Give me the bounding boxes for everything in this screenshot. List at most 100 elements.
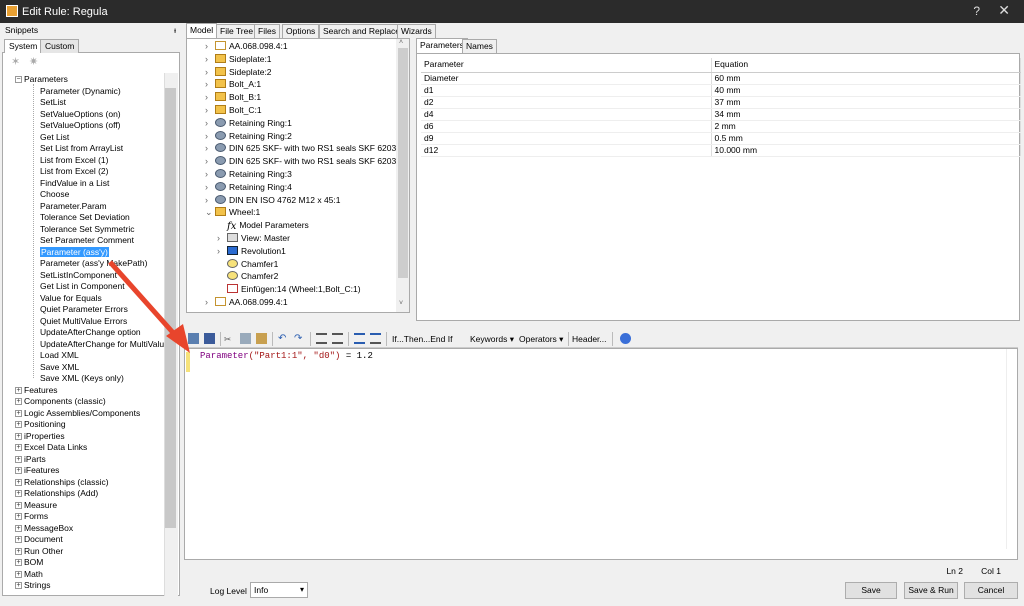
tab-files[interactable]: Files xyxy=(254,24,280,38)
expand-icon[interactable]: + xyxy=(15,536,22,544)
snippet-item[interactable]: Value for Equals xyxy=(40,293,102,305)
tab-parameters[interactable]: Parameters xyxy=(416,38,468,53)
snippet-item[interactable]: List from Excel (1) xyxy=(40,155,109,167)
snippet-group[interactable]: + Measure xyxy=(15,500,57,512)
equation-cell[interactable]: 34 mm xyxy=(711,108,1021,121)
snippet-group[interactable]: + iProperties xyxy=(15,431,65,443)
add-snippet-icon[interactable]: ✶ xyxy=(11,57,23,68)
snippet-item[interactable]: Parameter (ass'y MakePath) xyxy=(40,258,147,270)
expand-icon[interactable]: + xyxy=(15,444,22,452)
model-tree-item[interactable]: › View: Master xyxy=(217,232,290,245)
tab-options[interactable]: Options xyxy=(282,24,320,38)
chevron-right-icon[interactable]: › xyxy=(205,40,215,53)
table-row[interactable]: d4 34 mm xyxy=(421,108,1021,121)
model-tree-item[interactable]: ⌄ Wheel:1 xyxy=(205,206,260,219)
expand-icon[interactable]: + xyxy=(15,421,22,429)
chevron-right-icon[interactable]: › xyxy=(217,245,227,258)
help-button[interactable]: ? xyxy=(973,4,980,18)
tab-custom[interactable]: Custom xyxy=(40,39,80,53)
model-tree-item[interactable]: › Sideplate:1 xyxy=(205,53,272,66)
chevron-right-icon[interactable]: › xyxy=(205,117,215,130)
snippets-scroll-thumb[interactable] xyxy=(165,88,176,528)
snippet-group[interactable]: + Forms xyxy=(15,511,48,523)
snippet-item[interactable]: UpdateAfterChange for MultiValue xyxy=(40,339,169,351)
model-tree-scroll-thumb[interactable] xyxy=(398,48,408,278)
log-level-select[interactable]: Info ▾ xyxy=(250,582,308,598)
operators-menu[interactable]: Operators ▾ xyxy=(519,333,563,345)
editor-scrollbar[interactable] xyxy=(1006,349,1017,549)
copy-icon[interactable] xyxy=(240,333,251,344)
keywords-menu[interactable]: Keywords ▾ xyxy=(470,333,514,345)
chevron-right-icon[interactable]: › xyxy=(205,181,215,194)
snippets-tree[interactable]: − Parameters Parameter (Dynamic) SetList Set… xyxy=(2,73,180,596)
model-tree-item[interactable]: › Revolution1 xyxy=(217,245,286,258)
chevron-right-icon[interactable]: › xyxy=(205,66,215,79)
equation-cell[interactable]: 37 mm xyxy=(711,96,1021,109)
model-tree-item[interactable]: fx Model Parameters xyxy=(217,219,309,232)
snippet-group[interactable]: + Document xyxy=(15,534,63,546)
parameter-name-cell[interactable]: d9 xyxy=(421,132,712,145)
help-icon[interactable] xyxy=(620,333,631,344)
snippet-group[interactable]: + Logic Assemblies/Components xyxy=(15,408,140,420)
undo-icon[interactable]: ↶ xyxy=(278,333,286,345)
parameters-table[interactable]: Parameter Equation Diameter 60 mm d1 40 mm d… xyxy=(416,53,1021,321)
snippet-group[interactable]: + Run Other xyxy=(15,546,63,558)
redo-icon[interactable]: ↷ xyxy=(294,333,302,345)
uncomment-icon[interactable] xyxy=(370,333,381,344)
cancel-button[interactable]: Cancel xyxy=(964,582,1018,599)
snippet-item[interactable]: Tolerance Set Symmetric xyxy=(40,224,134,236)
snippet-item[interactable]: Set Parameter Comment xyxy=(40,235,134,247)
chevron-right-icon[interactable]: › xyxy=(205,194,215,207)
model-tree-item[interactable]: › Bolt_B:1 xyxy=(205,91,261,104)
snippet-item[interactable]: SetValueOptions (off) xyxy=(40,120,120,132)
snippet-group[interactable]: + Excel Data Links xyxy=(15,442,87,454)
equation-cell[interactable]: 10.000 mm xyxy=(711,144,1021,157)
snippet-item[interactable]: Load XML xyxy=(40,350,79,362)
model-tree-item[interactable]: Einfügen:14 (Wheel:1,Bolt_C:1) xyxy=(217,283,361,296)
save-icon[interactable] xyxy=(204,333,215,344)
tab-system[interactable]: System xyxy=(4,39,43,54)
tab-names[interactable]: Names xyxy=(462,39,497,53)
tab-model[interactable]: Model xyxy=(186,23,218,38)
expand-icon[interactable]: + xyxy=(15,559,22,567)
table-row[interactable]: d2 37 mm xyxy=(421,96,1021,109)
expand-icon[interactable]: + xyxy=(15,386,22,394)
chevron-right-icon[interactable]: › xyxy=(205,104,215,117)
outdent-icon[interactable] xyxy=(332,333,343,344)
expand-icon[interactable]: + xyxy=(15,398,22,406)
snippet-group[interactable]: + Math xyxy=(15,569,43,581)
chevron-right-icon[interactable]: › xyxy=(205,130,215,143)
table-row[interactable]: d1 40 mm xyxy=(421,84,1021,97)
model-tree[interactable]: › AA.068.098.4:1 › Sideplate:1 › Sideplate:2 ›… xyxy=(186,38,410,313)
chevron-right-icon[interactable]: › xyxy=(205,168,215,181)
snippet-item[interactable]: SetListInComponent xyxy=(40,270,117,282)
snippet-item[interactable]: Quiet Parameter Errors xyxy=(40,304,128,316)
model-tree-item[interactable]: › DIN EN ISO 4762 M12 x 45:1 xyxy=(205,194,341,207)
header-button[interactable]: Header... xyxy=(572,333,607,345)
snippet-item[interactable]: Parameter (Dynamic) xyxy=(40,86,121,98)
close-button[interactable]: ✕ xyxy=(998,2,1010,19)
chevron-right-icon[interactable]: › xyxy=(217,232,227,245)
scroll-up-icon[interactable]: ˄ xyxy=(399,39,403,46)
column-header-parameter[interactable]: Parameter xyxy=(421,58,712,73)
chevron-right-icon[interactable]: › xyxy=(205,91,215,104)
chevron-right-icon[interactable]: › xyxy=(205,296,215,309)
expand-icon[interactable]: + xyxy=(15,524,22,532)
expand-icon[interactable]: + xyxy=(15,501,22,509)
model-tree-item[interactable]: › DIN 625 SKF- with two RS1 seals SKF 620… xyxy=(205,142,409,155)
table-row[interactable]: d9 0.5 mm xyxy=(421,132,1021,145)
snippet-group[interactable]: + Components (classic) xyxy=(15,396,106,408)
snippet-group[interactable]: + Relationships (classic) xyxy=(15,477,109,489)
snippet-item[interactable]: Get List in Component xyxy=(40,281,125,293)
snippet-group[interactable]: + Positioning xyxy=(15,419,66,431)
table-row[interactable]: Diameter 60 mm xyxy=(421,72,1021,85)
equation-cell[interactable]: 60 mm xyxy=(711,72,1021,85)
model-tree-item[interactable]: Chamfer2 xyxy=(217,270,278,283)
code-line-1[interactable]: Parameter("Part1:1", "d0") = 1.2 xyxy=(200,351,373,361)
model-tree-item[interactable]: › AA.068.098.4:1 xyxy=(205,40,288,53)
snippet-item[interactable]: SetValueOptions (on) xyxy=(40,109,121,121)
snippet-item[interactable]: SetList xyxy=(40,97,66,109)
model-tree-item[interactable]: › Sideplate:2 xyxy=(205,66,272,79)
model-tree-item[interactable]: › Retaining Ring:4 xyxy=(205,181,292,194)
snippet-group[interactable]: + iParts xyxy=(15,454,46,466)
